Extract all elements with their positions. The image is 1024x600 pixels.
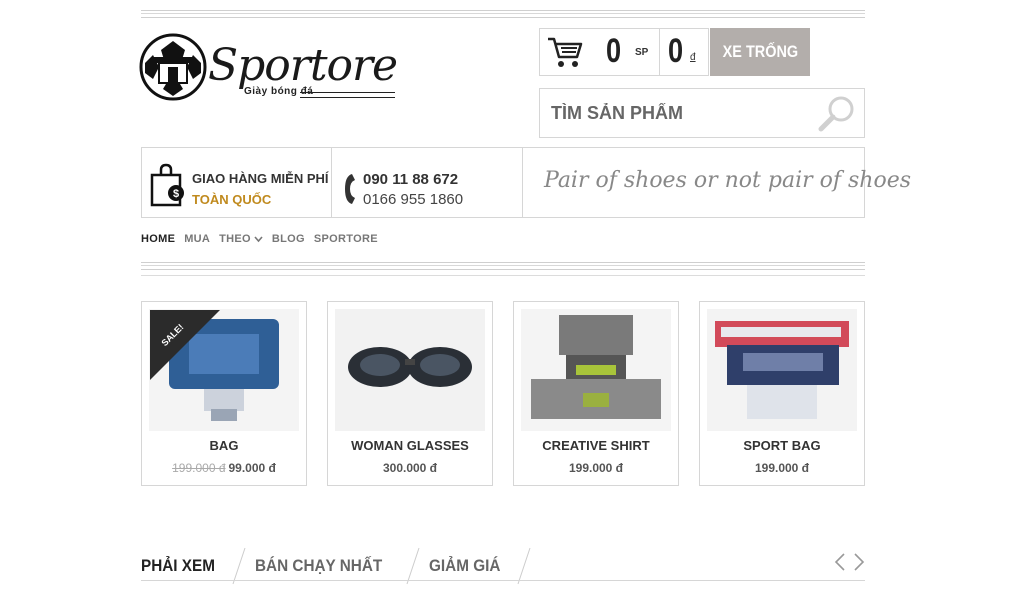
sale-badge-triangle xyxy=(150,310,220,380)
tab-label: BÁN CHẠY NHẤT xyxy=(255,556,383,575)
shopping-cart-icon[interactable] xyxy=(547,35,583,69)
cart-count-unit: SP xyxy=(635,47,649,58)
product-sale-price: 99.000 đ xyxy=(228,461,276,475)
chevron-left-icon[interactable] xyxy=(834,552,846,572)
product-name[interactable]: WOMAN GLASSES xyxy=(328,438,492,453)
product-price: 199.000 đ xyxy=(568,461,624,475)
tab-label: PHẢI XEM xyxy=(141,556,215,575)
cart-currency: đ xyxy=(690,52,696,63)
cart-button[interactable]: XE TRỐNG xyxy=(710,28,810,76)
slogan-text: Pair of shoes or not pair of shoes xyxy=(544,168,912,193)
svg-text:$: $ xyxy=(173,188,179,200)
tab-phai-xem[interactable]: PHẢI XEM xyxy=(141,556,223,576)
cart-button-label: XE TRỐNG xyxy=(722,42,798,61)
nav-item-blog[interactable]: BLOG xyxy=(272,233,305,245)
cart-divider xyxy=(659,28,660,76)
product-card[interactable]: WOMAN GLASSES 300.000 đ xyxy=(327,301,493,486)
tab-ban-chay-nhat[interactable]: BÁN CHẠY NHẤT xyxy=(255,556,396,576)
sale-badge: SALE! xyxy=(150,310,220,380)
top-divider xyxy=(141,10,865,18)
search-input[interactable] xyxy=(551,96,811,130)
product-price: 199.000 đ xyxy=(754,461,810,475)
nationwide-label: TOÀN QUỐC xyxy=(192,192,272,207)
nav-item-home[interactable]: HOME xyxy=(141,233,175,245)
product-image-glasses[interactable] xyxy=(335,309,485,431)
shopping-bag-dollar-icon: $ xyxy=(150,163,184,207)
cart-total: 0 xyxy=(668,32,684,70)
section-divider xyxy=(141,262,865,270)
free-shipping-label: GIAO HÀNG MIỄN PHÍ xyxy=(192,171,329,186)
soccer-ball-logo-icon[interactable] xyxy=(139,33,207,101)
product-old-price: 199.000 đ xyxy=(172,461,226,475)
brand-logo-text[interactable]: Sportore xyxy=(208,44,398,88)
nav-item-mua[interactable]: MUA xyxy=(184,233,210,245)
nav-item-label: THEO xyxy=(219,233,251,245)
search-icon[interactable] xyxy=(817,95,857,133)
phone-number-1[interactable]: 090 11 88 672 xyxy=(363,171,458,188)
cart-item-count: 0 xyxy=(606,32,622,70)
product-image-sport-bag[interactable] xyxy=(707,309,857,431)
product-name[interactable]: CREATIVE SHIRT xyxy=(514,438,678,453)
product-name[interactable]: BAG xyxy=(142,438,306,453)
nav-item-sportore[interactable]: SPORTORE xyxy=(314,233,378,245)
info-divider xyxy=(522,147,523,218)
product-card[interactable]: CREATIVE SHIRT 199.000 đ xyxy=(513,301,679,486)
info-divider xyxy=(331,147,332,218)
tab-giam-gia[interactable]: GIẢM GIÁ xyxy=(429,556,508,576)
product-price: 199.000 đ 99.000 đ xyxy=(142,461,306,475)
logo-underline xyxy=(300,92,395,98)
tab-label: GIẢM GIÁ xyxy=(428,556,500,575)
product-image-shirt[interactable] xyxy=(521,309,671,431)
product-price: 300.000 đ xyxy=(382,461,438,475)
chevron-down-icon xyxy=(254,235,263,242)
product-card[interactable]: SALE! BAG 199.000 đ 99.000 đ xyxy=(141,301,307,486)
tabs-underline xyxy=(141,580,865,581)
nav-item-theo[interactable]: THEO xyxy=(219,233,263,245)
main-nav: HOME MUA THEO BLOG SPORTORE xyxy=(141,233,387,245)
section-divider-line xyxy=(141,275,865,276)
phone-icon xyxy=(345,174,355,204)
product-name[interactable]: SPORT BAG xyxy=(700,438,864,453)
product-card[interactable]: SPORT BAG 199.000 đ xyxy=(699,301,865,486)
chevron-right-icon[interactable] xyxy=(853,552,865,572)
phone-number-2[interactable]: 0166 955 1860 xyxy=(363,191,463,208)
